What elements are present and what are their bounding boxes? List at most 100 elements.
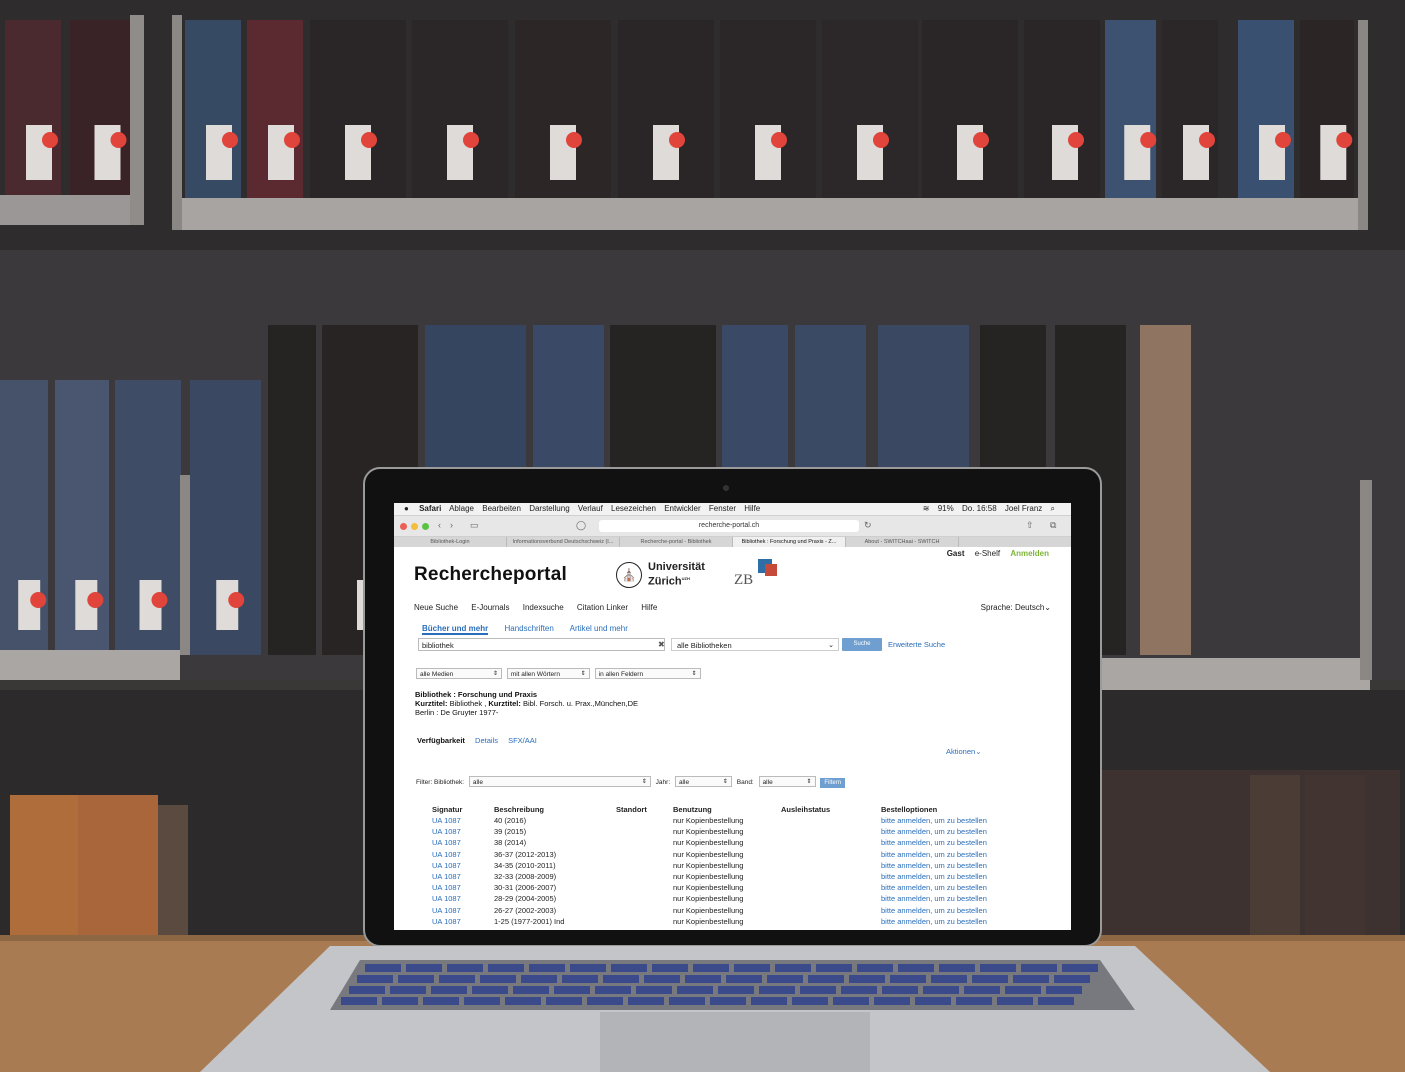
order-option-link[interactable]: bitte anmelden, um zu bestellen	[881, 905, 1021, 916]
login-link[interactable]: Anmelden	[1010, 549, 1049, 558]
order-option-link[interactable]: bitte anmelden, um zu bestellen	[881, 916, 1021, 927]
tabs-overview-icon[interactable]: ⧉	[1050, 520, 1056, 531]
menu-lesezeichen[interactable]: Lesezeichen	[611, 504, 656, 513]
menubar-user[interactable]: Joel Franz	[1005, 504, 1042, 513]
red-sticker-icon	[151, 592, 168, 608]
loan-status	[781, 815, 881, 826]
nav-new-search[interactable]: Neue Suche	[414, 603, 458, 612]
order-option-link[interactable]: bitte anmelden, um zu bestellen	[881, 893, 1021, 904]
keyboard-key	[890, 975, 926, 983]
eshelf-link[interactable]: e-Shelf	[975, 549, 1000, 558]
keyboard-key	[1054, 975, 1090, 983]
clear-search-icon[interactable]: ✖	[658, 640, 665, 649]
keyboard-key	[480, 975, 516, 983]
tab-availability[interactable]: Verfügbarkeit	[417, 736, 465, 745]
minimize-window-button[interactable]	[411, 523, 418, 530]
zb-logo[interactable]: ZB	[734, 572, 753, 589]
back-icon[interactable]: ‹	[438, 520, 441, 530]
order-option-link[interactable]: bitte anmelden, um zu bestellen	[881, 837, 1021, 848]
search-button[interactable]: Suche	[842, 638, 882, 651]
volume-description: 38 (2014)	[494, 838, 527, 848]
column-header: Signatur	[432, 805, 463, 814]
menu-verlauf[interactable]: Verlauf	[578, 504, 603, 513]
library-scope-value: alle Bibliotheken	[677, 641, 732, 650]
media-filter-select[interactable]: alle Medien ⇕	[416, 668, 502, 679]
call-number-link[interactable]: UA 1087	[432, 882, 494, 893]
nav-help[interactable]: Hilfe	[641, 603, 657, 612]
library-scope-select[interactable]: alle Bibliotheken ⌄	[671, 638, 839, 651]
year-filter-select[interactable]: alle ⇕	[674, 776, 732, 787]
actions-menu[interactable]: Aktionen⌄	[946, 747, 981, 756]
menu-ablage[interactable]: Ablage	[449, 504, 474, 513]
volume-filter-select[interactable]: alle ⇕	[758, 776, 816, 787]
uzh-seal-icon: ⛪	[616, 562, 642, 588]
reload-icon[interactable]: ↻	[864, 520, 872, 531]
zoom-window-button[interactable]	[422, 523, 429, 530]
advanced-search-link[interactable]: Erweiterte Suche	[888, 640, 945, 649]
call-number-link[interactable]: UA 1087	[432, 905, 494, 916]
volume-description: 26-27 (2002-2003)	[494, 905, 557, 915]
apple-menu-icon[interactable]: ●	[404, 504, 409, 513]
site-title[interactable]: Rechercheportal	[414, 564, 567, 586]
call-number-link[interactable]: UA 1087	[432, 837, 494, 848]
browser-tab[interactable]: About - SWITCHaai - SWITCH	[846, 537, 959, 547]
search-input[interactable]: bibliothek	[418, 638, 665, 651]
call-number-link[interactable]: UA 1087	[432, 860, 494, 871]
nav-citation-linker[interactable]: Citation Linker	[577, 603, 628, 612]
volume-description: 36-37 (2012-2013)	[494, 849, 557, 859]
spotlight-search-icon[interactable]: ⌕	[1051, 504, 1055, 513]
uzh-logo[interactable]: Universität ZürichUZH	[648, 561, 705, 588]
forward-icon[interactable]: ›	[450, 520, 453, 530]
battery-status[interactable]: 91%	[938, 504, 954, 513]
wifi-icon[interactable]: ≋	[923, 504, 930, 513]
order-option-link[interactable]: bitte anmelden, um zu bestellen	[881, 860, 1021, 871]
record-title[interactable]: Bibliothek : Forschung und Praxis	[415, 690, 537, 699]
menu-hilfe[interactable]: Hilfe	[744, 504, 760, 513]
browser-tab[interactable]: Informationsverbund Deutschschweiz (I...	[507, 537, 620, 547]
order-option-link[interactable]: bitte anmelden, um zu bestellen	[881, 882, 1021, 893]
record-imprint: Berlin : De Gruyter 1977-	[415, 708, 499, 717]
web-page: Gast e-Shelf Anmelden Rechercheportal ⛪ …	[394, 547, 1071, 930]
call-number-link[interactable]: UA 1087	[432, 916, 494, 927]
menu-safari[interactable]: Safari	[419, 504, 441, 513]
menubar-clock[interactable]: Do. 16:58	[962, 504, 997, 513]
tab-sfx[interactable]: SFX/AAI	[508, 736, 537, 745]
menu-darstellung[interactable]: Darstellung	[529, 504, 569, 513]
sidebar-icon[interactable]: ▭	[470, 520, 479, 531]
order-option-link[interactable]: bitte anmelden, um zu bestellen	[881, 849, 1021, 860]
search-tabs: Bücher und mehr Handschriften Artikel un…	[422, 624, 642, 635]
tab-manuscripts[interactable]: Handschriften	[504, 624, 553, 633]
tab-articles[interactable]: Artikel und mehr	[570, 624, 628, 633]
library-filter-select[interactable]: alle ⇕	[468, 776, 651, 787]
order-option-link[interactable]: bitte anmelden, um zu bestellen	[881, 815, 1021, 826]
call-number-link[interactable]: UA 1087	[432, 815, 494, 826]
close-window-button[interactable]	[400, 523, 407, 530]
menu-fenster[interactable]: Fenster	[709, 504, 736, 513]
nav-index-search[interactable]: Indexsuche	[523, 603, 564, 612]
keyboard-key	[792, 997, 828, 1005]
order-option-link[interactable]: bitte anmelden, um zu bestellen	[881, 826, 1021, 837]
word-mode-select[interactable]: mit allen Wörtern ⇕	[506, 668, 590, 679]
call-number-link[interactable]: UA 1087	[432, 826, 494, 837]
tab-books[interactable]: Bücher und mehr	[422, 624, 489, 635]
filter-button[interactable]: Filtern	[820, 778, 846, 788]
menu-entwickler[interactable]: Entwickler	[664, 504, 700, 513]
language-value[interactable]: Deutsch	[1015, 603, 1044, 612]
tab-details[interactable]: Details	[475, 736, 498, 745]
menu-bearbeiten[interactable]: Bearbeiten	[482, 504, 521, 513]
order-option-link[interactable]: bitte anmelden, um zu bestellen	[881, 871, 1021, 882]
browser-tab[interactable]: Bibliothek-Login	[394, 537, 507, 547]
call-number-link[interactable]: UA 1087	[432, 871, 494, 882]
library-filter-value: alle	[472, 779, 483, 786]
nav-ejournals[interactable]: E-Journals	[471, 603, 509, 612]
call-number-link[interactable]: UA 1087	[432, 849, 494, 860]
browser-tab-active[interactable]: Bibliothek : Forschung und Praxis - Z...	[733, 537, 846, 547]
reader-icon[interactable]: ◯	[576, 520, 586, 531]
call-number-link[interactable]: UA 1087	[432, 893, 494, 904]
language-selector[interactable]: Sprache: Deutsch⌄	[981, 603, 1051, 612]
year-filter-label: Jahr:	[655, 779, 671, 786]
browser-tab[interactable]: Recherche-portal - Bibliothek	[620, 537, 733, 547]
address-bar[interactable]: recherche-portal.ch	[599, 520, 859, 532]
share-icon[interactable]: ⇧	[1026, 520, 1034, 531]
field-select[interactable]: in allen Feldern ⇕	[594, 668, 701, 679]
